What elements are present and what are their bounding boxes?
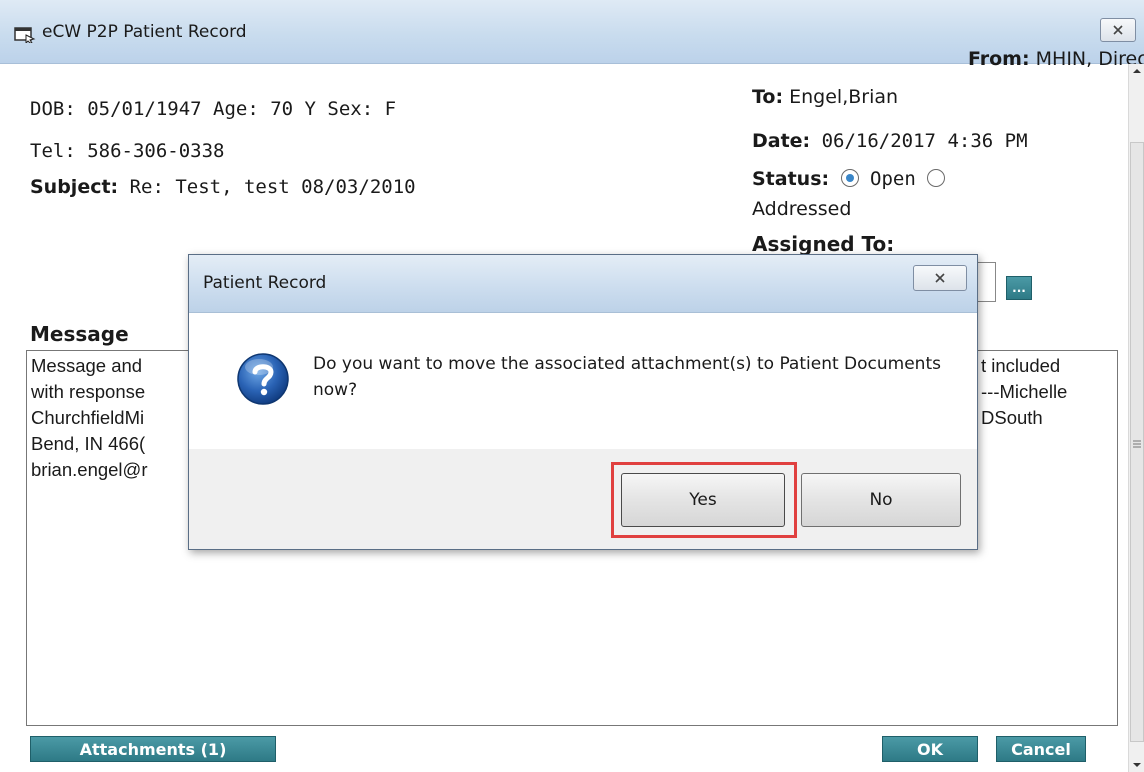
message-line: brian.engel@r	[31, 459, 148, 480]
tel-line: Tel: 586-306-0338	[30, 140, 225, 162]
status-addressed-label: Addressed	[752, 198, 852, 220]
yes-button[interactable]: Yes	[621, 473, 785, 527]
dialog-title-bar: Patient Record	[189, 255, 977, 313]
scroll-up-arrow-icon[interactable]	[1130, 66, 1144, 76]
message-line: with response	[31, 381, 146, 402]
message-line: DSouth	[981, 407, 1043, 428]
message-line: Bend, IN 466(	[31, 433, 146, 454]
scroll-down-arrow-icon[interactable]	[1130, 760, 1144, 770]
to-value: Engel,Brian	[783, 86, 899, 108]
message-line: t included	[981, 355, 1061, 376]
from-label: From:	[968, 48, 1030, 70]
assigned-to-label: Assigned To:	[752, 232, 895, 256]
to-label: To:	[752, 86, 784, 108]
dob-line: DOB: 05/01/1947 Age: 70 Y Sex: F	[30, 98, 397, 120]
from-field: From: MHIN, Direct	[968, 48, 1144, 70]
message-label: Message	[30, 322, 129, 346]
dialog-close-button[interactable]	[913, 265, 967, 291]
cancel-button[interactable]: Cancel	[996, 736, 1086, 762]
dialog-footer: Yes No	[189, 449, 977, 549]
message-line: ---Michelle	[981, 381, 1068, 402]
app-window-icon	[14, 27, 36, 43]
date-field: Date: 06/16/2017 4:36 PM	[752, 130, 1028, 152]
dialog-title: Patient Record	[203, 273, 327, 293]
date-value: 06/16/2017 4:36 PM	[810, 130, 1028, 152]
patient-record-dialog: Patient Record Do you want to move the a…	[188, 254, 978, 550]
status-addressed-radio[interactable]	[927, 169, 946, 187]
to-field: To: Engel,Brian	[752, 86, 898, 108]
dialog-body: Do you want to move the associated attac…	[189, 313, 977, 449]
close-icon	[935, 273, 945, 283]
message-text-left: Message and with response ChurchfieldMi …	[31, 353, 147, 483]
scroll-grip-icon	[1133, 440, 1141, 448]
status-label: Status:	[752, 168, 830, 190]
question-icon	[237, 353, 289, 405]
date-label: Date:	[752, 130, 811, 152]
status-field: Status: Open	[752, 168, 946, 190]
ok-button[interactable]: OK	[882, 736, 978, 762]
window-close-button[interactable]	[1100, 18, 1136, 42]
no-button[interactable]: No	[801, 473, 961, 527]
subject-value: Re: Test, test 08/03/2010	[118, 176, 416, 198]
attachments-button[interactable]: Attachments (1)	[30, 736, 276, 762]
from-value: MHIN, Direct	[1029, 48, 1144, 70]
close-icon	[1113, 25, 1123, 35]
status-open-radio[interactable]	[840, 169, 859, 187]
vertical-scrollbar[interactable]	[1128, 64, 1144, 772]
message-line: ChurchfieldMi	[31, 407, 145, 428]
status-open-label: Open	[870, 168, 916, 190]
subject-label: Subject:	[30, 176, 119, 198]
message-line: Message and	[31, 355, 143, 376]
assigned-to-lookup-button[interactable]: ...	[1006, 276, 1032, 300]
message-text-right: t included ---Michelle DSouth	[981, 353, 1067, 431]
dialog-message: Do you want to move the associated attac…	[313, 354, 941, 400]
window-title: eCW P2P Patient Record	[42, 22, 247, 42]
subject-field: Subject: Re: Test, test 08/03/2010	[30, 176, 416, 198]
scroll-thumb[interactable]	[1130, 142, 1144, 742]
